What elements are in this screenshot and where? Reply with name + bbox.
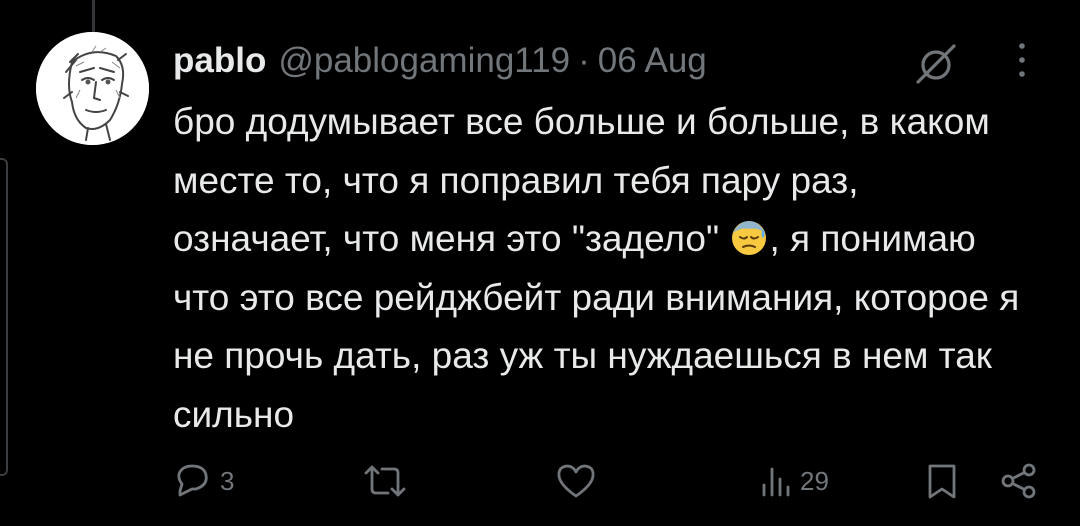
tweet-date[interactable]: 06 Aug <box>598 41 707 81</box>
share-nodes-icon <box>1001 463 1036 499</box>
avatar[interactable] <box>36 32 149 145</box>
grok-button[interactable] <box>912 42 960 86</box>
author-name[interactable]: pablo <box>173 41 266 81</box>
more-options-button[interactable] <box>1008 38 1036 84</box>
parent-thread-rail <box>0 158 8 476</box>
header-separator: · <box>578 41 590 80</box>
thread-connector-line <box>92 0 95 32</box>
like-button[interactable] <box>554 458 606 504</box>
vertical-dots-icon <box>1019 43 1025 77</box>
tweet-text: бро додумывает все больше и больше, в ка… <box>173 93 1023 444</box>
heart-icon <box>557 464 595 498</box>
repost-button[interactable] <box>362 458 416 504</box>
reply-count: 3 <box>220 465 235 496</box>
bookmark-button[interactable] <box>922 458 962 504</box>
downcast-face-with-sweat-icon <box>729 216 769 256</box>
avatar-sketch-face-icon <box>36 32 149 145</box>
repost-arrows-icon <box>364 465 406 497</box>
action-bar: 3 29 <box>0 458 1080 504</box>
bar-chart-icon <box>762 467 790 497</box>
reply-button[interactable]: 3 <box>172 458 234 504</box>
tweet-header: pablo @pablogaming119 · 06 Aug <box>173 38 707 84</box>
share-button[interactable] <box>998 458 1040 504</box>
slashed-circle-icon <box>916 44 956 84</box>
views-button[interactable]: 29 <box>760 458 829 504</box>
author-handle[interactable]: @pablogaming119 <box>278 41 570 81</box>
views-count: 29 <box>800 465 829 496</box>
bookmark-icon <box>928 464 956 499</box>
speech-bubble-icon <box>177 464 208 497</box>
